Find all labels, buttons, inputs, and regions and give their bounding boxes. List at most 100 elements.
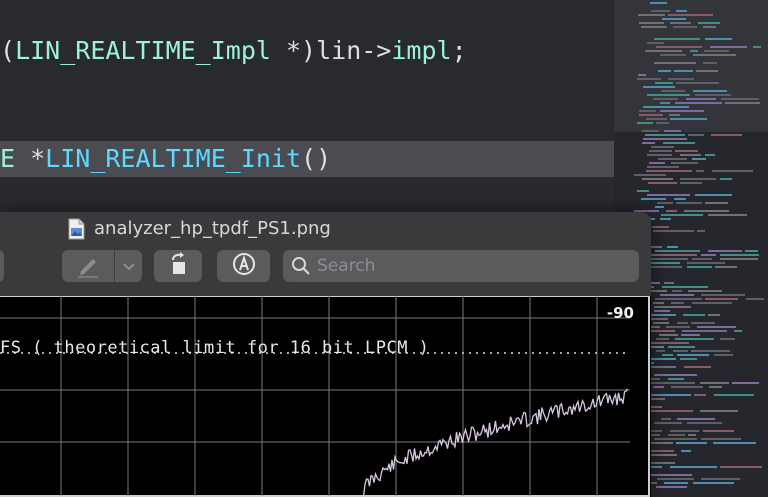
- minimap-line: [720, 466, 762, 468]
- minimap-line: [692, 258, 712, 260]
- minimap-line: [691, 322, 715, 324]
- minimap-line: [709, 386, 722, 388]
- minimap-line: [671, 386, 703, 388]
- minimap-line: [671, 162, 698, 164]
- minimap-line: [691, 350, 730, 352]
- minimap-line: [693, 90, 727, 92]
- minimap-line: [701, 478, 740, 480]
- minimap-line: [654, 62, 696, 64]
- minimap-line: [674, 70, 693, 72]
- minimap-line: [711, 134, 742, 136]
- minimap-line: [701, 254, 716, 256]
- minimap-line: [746, 298, 764, 300]
- analyzer-plot-image: FS ( theoretical limit for 16 bit LPCM )…: [0, 296, 651, 497]
- minimap-line: [753, 46, 761, 48]
- minimap-line: [656, 46, 702, 48]
- minimap-line: [687, 266, 712, 268]
- minimap-line: [687, 262, 725, 264]
- minimap-line: [654, 422, 682, 424]
- rotate-left-button[interactable]: [154, 250, 202, 282]
- minimap-visible-region[interactable]: [614, 0, 768, 132]
- minimap-line: [705, 38, 732, 40]
- minimap-line: [695, 94, 731, 96]
- minimap-line: [668, 14, 713, 16]
- minimap-line: [703, 62, 717, 64]
- search-icon: [291, 256, 311, 276]
- minimap-line: [654, 438, 697, 440]
- minimap-line: [703, 430, 734, 432]
- minimap-line: [721, 98, 759, 100]
- minimap-line: [657, 478, 694, 480]
- minimap-line: [677, 322, 688, 324]
- minimap-line: [646, 170, 692, 172]
- minimap-line: [745, 250, 758, 252]
- markup-toolbar-button[interactable]: [217, 250, 270, 282]
- minimap-line: [674, 198, 686, 200]
- minimap-line: [687, 422, 722, 424]
- minimap-line: [662, 18, 686, 20]
- minimap-line: [668, 378, 684, 380]
- search-input[interactable]: [317, 250, 627, 282]
- rotate-left-icon: [165, 251, 191, 281]
- pen-icon[interactable]: [62, 250, 114, 282]
- chevron-down-icon[interactable]: [115, 250, 142, 282]
- minimap-line: [660, 54, 686, 56]
- minimap-line: [703, 26, 716, 28]
- minimap-line: [661, 214, 703, 216]
- code-line-init-highlighted[interactable]: E *LIN_REALTIME_Init(): [0, 141, 614, 177]
- minimap-line: [650, 262, 680, 264]
- minimap-line: [692, 158, 706, 160]
- minimap-line: [634, 174, 666, 176]
- minimap-line: [708, 314, 720, 316]
- minimap-line: [680, 182, 702, 184]
- minimap-line: [712, 170, 753, 172]
- minimap-line: [641, 26, 667, 28]
- minimap-line: [696, 170, 704, 172]
- minimap-line: [666, 326, 690, 328]
- code-line-impl-cast[interactable]: (LIN_REALTIME_Impl *)lin->impl;: [0, 33, 614, 69]
- minimap-line: [647, 194, 690, 196]
- minimap-line: [683, 314, 705, 316]
- minimap-line: [654, 306, 691, 308]
- code-token-member: impl: [391, 36, 452, 65]
- minimap-line: [645, 134, 685, 136]
- preview-window[interactable]: analyzer_hp_tpdf_PS1.png Search FS (the…: [0, 212, 651, 497]
- window-title: analyzer_hp_tpdf_PS1.png: [94, 218, 331, 239]
- minimap-line: [710, 46, 747, 48]
- minimap-line: [641, 198, 666, 200]
- minimap-line: [693, 482, 734, 484]
- window-titlebar[interactable]: analyzer_hp_tpdf_PS1.png: [0, 212, 651, 246]
- plot-limit-label: FS ( theoretical limit for 16 bit LPCM ): [0, 338, 430, 358]
- minimap-line: [651, 318, 668, 320]
- minimap-line: [693, 54, 736, 56]
- minimap-line: [720, 254, 759, 256]
- minimap-line: [656, 486, 687, 488]
- markup-button-group[interactable]: [62, 250, 142, 282]
- code-token: ;: [451, 36, 467, 65]
- minimap-line: [714, 394, 754, 396]
- minimap-line: [704, 50, 729, 52]
- minimap-line: [655, 206, 664, 208]
- minimap-line: [675, 150, 698, 152]
- minimap-line: [639, 114, 663, 116]
- minimap-line: [705, 202, 728, 204]
- minimap-line: [650, 246, 662, 248]
- minimap-line: [654, 38, 700, 40]
- minimap-line: [673, 350, 688, 352]
- sidebar-toggle-button[interactable]: [0, 250, 4, 282]
- search-field[interactable]: [283, 250, 639, 282]
- minimap-line: [688, 134, 704, 136]
- minimap-line: [680, 178, 716, 180]
- minimap-line: [671, 302, 684, 304]
- minimap-line: [642, 142, 655, 144]
- minimap-line: [658, 70, 671, 72]
- minimap-line: [660, 110, 704, 112]
- minimap-line: [675, 102, 722, 104]
- minimap-line: [668, 78, 694, 80]
- minimap-line: [676, 10, 687, 12]
- minimap-line: [657, 202, 673, 204]
- minimap-line: [676, 202, 702, 204]
- minimap-line: [686, 98, 716, 100]
- minimap-line: [705, 298, 738, 300]
- minimap-line: [720, 178, 732, 180]
